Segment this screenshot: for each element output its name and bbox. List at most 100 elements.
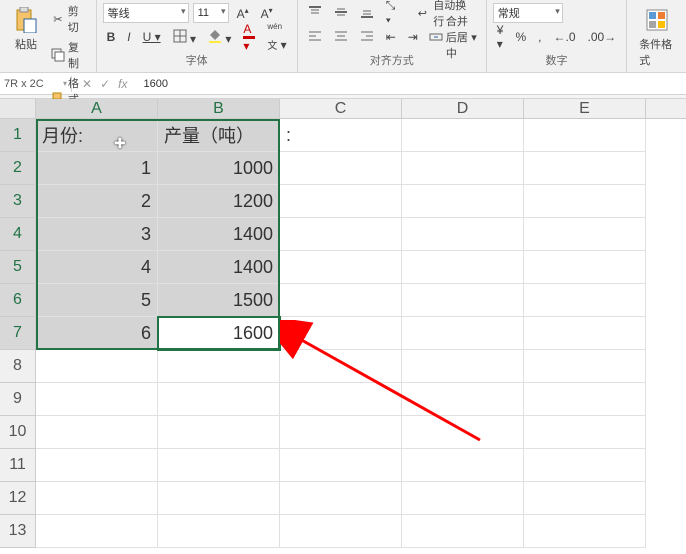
- col-header-C[interactable]: C: [280, 99, 402, 118]
- increase-indent-button[interactable]: ⇥: [404, 28, 422, 46]
- col-header-D[interactable]: D: [402, 99, 524, 118]
- cell-D12[interactable]: [402, 482, 524, 515]
- cell-E6[interactable]: [524, 284, 646, 317]
- name-box[interactable]: 7R x 2C: [0, 76, 72, 92]
- bold-button[interactable]: B: [103, 28, 120, 46]
- cell-D7[interactable]: [402, 317, 524, 350]
- row-header-5[interactable]: 5: [0, 251, 36, 284]
- align-top-button[interactable]: [304, 3, 326, 24]
- row-header-8[interactable]: 8: [0, 350, 36, 383]
- cell-B10[interactable]: [158, 416, 280, 449]
- cell-A11[interactable]: [36, 449, 158, 482]
- row-header-6[interactable]: 6: [0, 284, 36, 317]
- cell-B7[interactable]: 1600: [158, 317, 280, 350]
- align-left-button[interactable]: [304, 27, 326, 48]
- font-size-dropdown[interactable]: 11: [193, 3, 229, 23]
- cell-B13[interactable]: [158, 515, 280, 548]
- align-bottom-button[interactable]: [356, 3, 378, 24]
- cell-C13[interactable]: [280, 515, 402, 548]
- cell-C6[interactable]: [280, 284, 402, 317]
- row-header-2[interactable]: 2: [0, 152, 36, 185]
- cell-E3[interactable]: [524, 185, 646, 218]
- cell-B2[interactable]: 1000: [158, 152, 280, 185]
- comma-button[interactable]: ,: [534, 28, 545, 46]
- col-header-A[interactable]: A: [36, 99, 158, 118]
- cell-E9[interactable]: [524, 383, 646, 416]
- cell-B8[interactable]: [158, 350, 280, 383]
- percent-button[interactable]: %: [511, 28, 530, 46]
- cut-button[interactable]: ✂ 剪切: [48, 2, 90, 36]
- row-header-4[interactable]: 4: [0, 218, 36, 251]
- cancel-formula-button[interactable]: ✕: [82, 77, 92, 91]
- align-middle-button[interactable]: [330, 3, 352, 24]
- cell-E13[interactable]: [524, 515, 646, 548]
- cell-E10[interactable]: [524, 416, 646, 449]
- cell-D11[interactable]: [402, 449, 524, 482]
- cell-B4[interactable]: 1400: [158, 218, 280, 251]
- cell-A4[interactable]: 3: [36, 218, 158, 251]
- cell-B9[interactable]: [158, 383, 280, 416]
- increase-decimal-button[interactable]: ←.0: [549, 28, 579, 46]
- cell-B6[interactable]: 1500: [158, 284, 280, 317]
- cell-A13[interactable]: [36, 515, 158, 548]
- select-all-corner[interactable]: [0, 99, 36, 118]
- row-header-9[interactable]: 9: [0, 383, 36, 416]
- decrease-indent-button[interactable]: ⇤: [382, 28, 400, 46]
- align-right-button[interactable]: [356, 27, 378, 48]
- row-header-13[interactable]: 13: [0, 515, 36, 548]
- cell-D13[interactable]: [402, 515, 524, 548]
- cell-A6[interactable]: 5: [36, 284, 158, 317]
- cell-C7[interactable]: [280, 317, 402, 350]
- cell-A8[interactable]: [36, 350, 158, 383]
- cell-D8[interactable]: [402, 350, 524, 383]
- cell-C11[interactable]: [280, 449, 402, 482]
- underline-button[interactable]: U ▾: [139, 28, 165, 46]
- cell-C4[interactable]: [280, 218, 402, 251]
- cell-C12[interactable]: [280, 482, 402, 515]
- cell-E2[interactable]: [524, 152, 646, 185]
- cell-E5[interactable]: [524, 251, 646, 284]
- cell-A1[interactable]: 月份:: [36, 119, 158, 152]
- cell-C5[interactable]: [280, 251, 402, 284]
- cell-C2[interactable]: [280, 152, 402, 185]
- cell-E8[interactable]: [524, 350, 646, 383]
- cell-C9[interactable]: [280, 383, 402, 416]
- phonetic-button[interactable]: wén文 ▾: [263, 20, 290, 54]
- cell-A12[interactable]: [36, 482, 158, 515]
- copy-button[interactable]: 复制: [48, 38, 90, 72]
- cell-E12[interactable]: [524, 482, 646, 515]
- cell-C1[interactable]: :: [280, 119, 402, 152]
- cell-D6[interactable]: [402, 284, 524, 317]
- cell-D3[interactable]: [402, 185, 524, 218]
- fill-color-button[interactable]: ▾: [204, 27, 235, 48]
- decrease-decimal-button[interactable]: .00→: [584, 28, 621, 46]
- cell-A5[interactable]: 4: [36, 251, 158, 284]
- col-header-B[interactable]: B: [158, 99, 280, 118]
- cell-D2[interactable]: [402, 152, 524, 185]
- border-button[interactable]: ▾: [169, 27, 200, 48]
- cell-A9[interactable]: [36, 383, 158, 416]
- cell-C8[interactable]: [280, 350, 402, 383]
- row-header-3[interactable]: 3: [0, 185, 36, 218]
- formula-input[interactable]: 1600: [137, 76, 686, 92]
- cell-C10[interactable]: [280, 416, 402, 449]
- cell-D4[interactable]: [402, 218, 524, 251]
- cell-B11[interactable]: [158, 449, 280, 482]
- cell-A10[interactable]: [36, 416, 158, 449]
- currency-button[interactable]: ¥ ▾: [493, 21, 508, 53]
- cell-B3[interactable]: 1200: [158, 185, 280, 218]
- cell-E4[interactable]: [524, 218, 646, 251]
- row-header-12[interactable]: 12: [0, 482, 36, 515]
- align-center-button[interactable]: [330, 27, 352, 48]
- enter-formula-button[interactable]: ✓: [100, 77, 110, 91]
- conditional-format-button[interactable]: 条件格式: [633, 2, 680, 72]
- cell-A2[interactable]: 1: [36, 152, 158, 185]
- cell-B1[interactable]: 产量（吨）: [158, 119, 280, 152]
- number-format-dropdown[interactable]: 常规: [493, 3, 563, 23]
- row-header-11[interactable]: 11: [0, 449, 36, 482]
- cell-E1[interactable]: [524, 119, 646, 152]
- cell-D9[interactable]: [402, 383, 524, 416]
- col-header-E[interactable]: E: [524, 99, 646, 118]
- cell-B5[interactable]: 1400: [158, 251, 280, 284]
- cell-D1[interactable]: [402, 119, 524, 152]
